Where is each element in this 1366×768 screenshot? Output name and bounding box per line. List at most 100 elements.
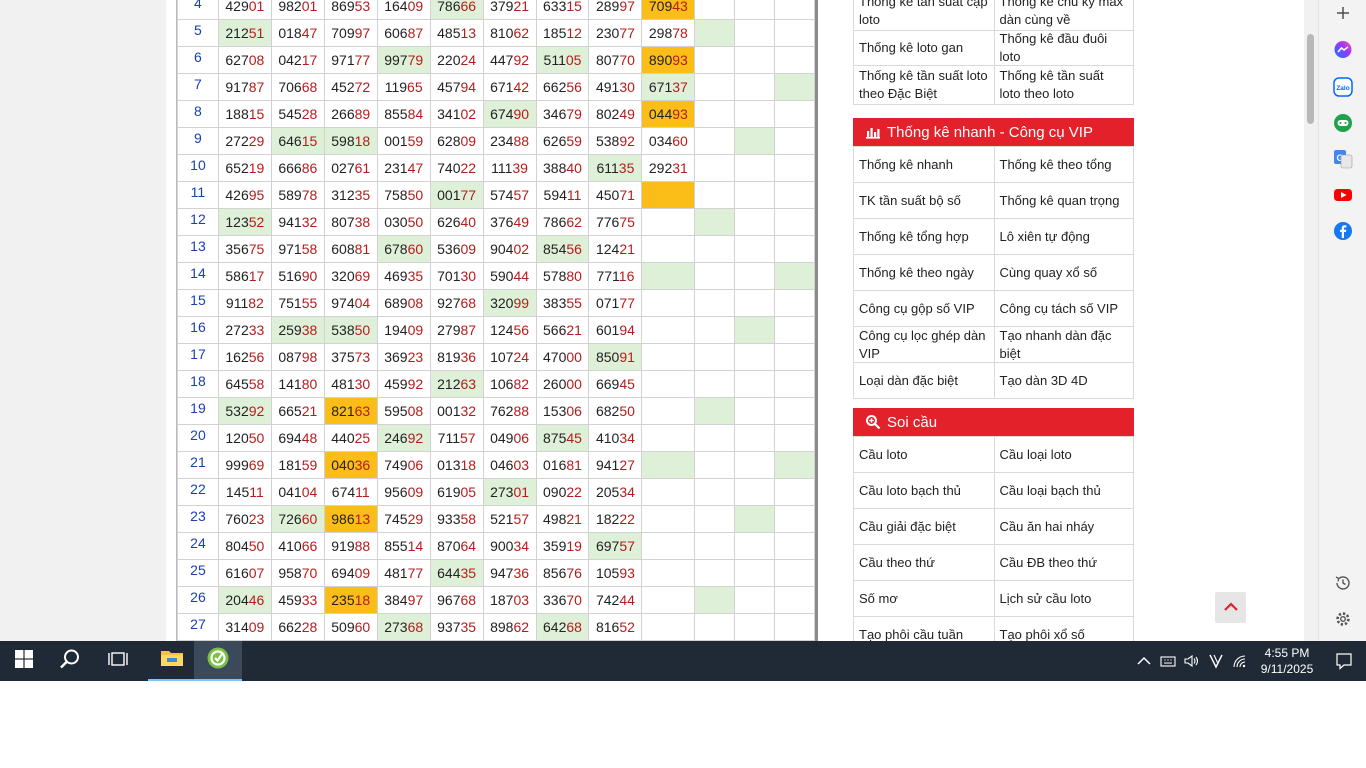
keyboard-icon[interactable] — [1156, 641, 1180, 681]
sidebar-link[interactable]: TK tần suất bộ số — [854, 183, 994, 218]
games-icon[interactable] — [1333, 113, 1353, 133]
sidebar-link[interactable]: Cầu loto — [854, 437, 994, 472]
settings-icon[interactable] — [1333, 609, 1353, 629]
sidebar-link[interactable]: Thống kê chu kỳ max dàn cùng về — [993, 0, 1134, 30]
number-last-digits: 08 — [407, 403, 424, 419]
result-cell — [641, 559, 696, 587]
result-cell: 21263 — [429, 370, 484, 398]
sidebar-link[interactable]: Công cụ gộp số VIP — [854, 291, 994, 326]
sidebar-link[interactable]: Cầu ĐB theo thứ — [993, 545, 1134, 580]
zalo-icon[interactable]: Zalo — [1333, 77, 1353, 97]
link-row: Thống kê tần suất cặp loto Thống kê chu k… — [854, 0, 1133, 30]
result-cell: 62659 — [535, 127, 590, 155]
result-cell: 37573 — [323, 343, 378, 371]
browser-edge-sidebar: Zalo G — [1318, 0, 1366, 641]
result-cell: 10724 — [482, 343, 537, 371]
search-button[interactable] — [46, 641, 94, 681]
sidebar-link[interactable]: Công cụ lọc ghép dàn VIP — [854, 327, 994, 362]
number-lead: 018 — [278, 25, 302, 41]
volume-icon[interactable] — [1180, 641, 1204, 681]
sidebar-link[interactable]: Tạo dàn 3D 4D — [993, 363, 1134, 398]
sidebar-link[interactable]: Thống kê tần suất loto theo Đặc Biệt — [854, 66, 994, 104]
sidebar-link[interactable]: Công cụ tách số VIP — [993, 291, 1134, 326]
extra-cell — [734, 127, 776, 155]
notification-center-icon[interactable] — [1322, 641, 1366, 681]
chevron-up-icon[interactable] — [1132, 641, 1156, 681]
sidebar-link[interactable]: Tạo phôi cầu tuần — [854, 617, 994, 642]
sidebar-link[interactable]: Cầu loại bạch thủ — [993, 473, 1134, 508]
number-last-digits: 75 — [619, 214, 635, 230]
history-icon[interactable] — [1333, 573, 1353, 593]
network-icon[interactable] — [1228, 641, 1252, 681]
sidebar-link[interactable]: Thống kê tần suất loto theo loto — [993, 66, 1134, 104]
vpn-icon[interactable] — [1204, 641, 1228, 681]
number-lead: 312 — [331, 187, 355, 203]
sidebar-link[interactable]: Cầu giải đặc biệt — [854, 509, 994, 544]
number-last-digits: 64 — [460, 538, 477, 554]
sidebar-link[interactable]: Thống kê quan trọng — [993, 183, 1134, 218]
page-scrollbar[interactable] — [1304, 0, 1318, 641]
messenger-icon[interactable] — [1333, 40, 1353, 60]
number-last-digits: 49 — [619, 106, 635, 122]
sidebar-link[interactable]: Thống kê tổng hợp — [854, 219, 994, 254]
number-lead: 709 — [648, 0, 673, 14]
result-cell: 04906 — [482, 424, 537, 452]
extra-cell — [734, 586, 776, 614]
result-cell: 48513 — [429, 19, 484, 47]
google-translate-icon[interactable]: G — [1333, 149, 1353, 169]
number-lead: 429 — [225, 0, 249, 14]
result-cell: 53609 — [429, 235, 484, 263]
result-cell: 33670 — [535, 586, 590, 614]
sidebar-link[interactable]: Thống kê theo tổng — [993, 147, 1134, 182]
table-row: 27 31409 66228 50960 27368 93735 89862 64268 816… — [177, 613, 815, 641]
number-last-digits: 38 — [354, 214, 371, 230]
number-last-digits: 87 — [460, 322, 477, 338]
number-lead: 819 — [437, 349, 461, 365]
number-lead: 854 — [543, 241, 567, 257]
file-explorer-taskbar-button[interactable] — [148, 641, 196, 681]
plus-icon[interactable] — [1333, 3, 1353, 23]
sidebar-link[interactable]: Thống kê theo ngày — [854, 255, 994, 290]
table-row: 16 27233 25938 53850 19409 27987 12456 56621 601… — [177, 316, 815, 344]
sidebar-link[interactable]: Tạo phôi xổ số — [993, 617, 1134, 641]
number-last-digits: 97 — [407, 592, 424, 608]
sidebar-link[interactable]: Thống kê đầu đuôi loto — [993, 31, 1134, 65]
result-cell: 51105 — [535, 46, 590, 74]
task-view-button[interactable] — [94, 641, 142, 681]
browser-taskbar-button[interactable] — [194, 641, 242, 681]
result-cell: 94132 — [270, 208, 325, 236]
number-lead: 379 — [490, 0, 514, 14]
number-lead: 745 — [384, 511, 408, 527]
sidebar-link[interactable]: Lịch sử cầu loto — [993, 581, 1134, 616]
sidebar-link[interactable]: Cầu theo thứ — [854, 545, 994, 580]
sidebar-link[interactable]: Thống kê nhanh — [854, 147, 994, 182]
number-lead: 917 — [225, 79, 249, 95]
scrollbar-thumb[interactable] — [1307, 34, 1314, 124]
sidebar-link[interactable]: Thống kê loto gan — [854, 31, 994, 65]
extra-cell — [734, 532, 776, 560]
number-last-digits: 00 — [566, 376, 582, 392]
system-clock[interactable]: 4:55 PM 9/11/2025 — [1252, 645, 1322, 677]
facebook-icon[interactable] — [1333, 221, 1353, 241]
number-last-digits: 61 — [354, 160, 371, 176]
sidebar-link[interactable]: Cầu loto bạch thủ — [854, 473, 994, 508]
number-last-digits: 30 — [460, 268, 477, 284]
result-cell: 98613 — [323, 505, 378, 533]
number-lead: 701 — [437, 268, 461, 284]
back-to-top-button[interactable] — [1215, 592, 1246, 623]
result-cell: 47000 — [535, 343, 590, 371]
extra-cell — [734, 343, 776, 371]
start-button[interactable] — [0, 641, 48, 681]
number-last-digits: 78 — [301, 187, 318, 203]
number-lead: 666 — [278, 160, 302, 176]
sidebar-link[interactable]: Lô xiên tự động — [993, 219, 1134, 254]
sidebar-link[interactable]: Thống kê tần suất cặp loto — [854, 0, 994, 30]
sidebar-link[interactable]: Cầu loại loto — [993, 437, 1134, 472]
sidebar-link[interactable]: Tạo nhanh dàn đặc biệt — [993, 327, 1134, 362]
youtube-icon[interactable] — [1333, 185, 1353, 205]
sidebar-link[interactable]: Số mơ — [854, 581, 994, 616]
sidebar-link[interactable]: Cùng quay xổ số — [993, 255, 1134, 290]
sidebar-link[interactable]: Cầu ăn hai nháy — [993, 509, 1134, 544]
sidebar-link[interactable]: Loại dàn đặc biệt — [854, 363, 994, 398]
number-lead: 545 — [278, 106, 302, 122]
